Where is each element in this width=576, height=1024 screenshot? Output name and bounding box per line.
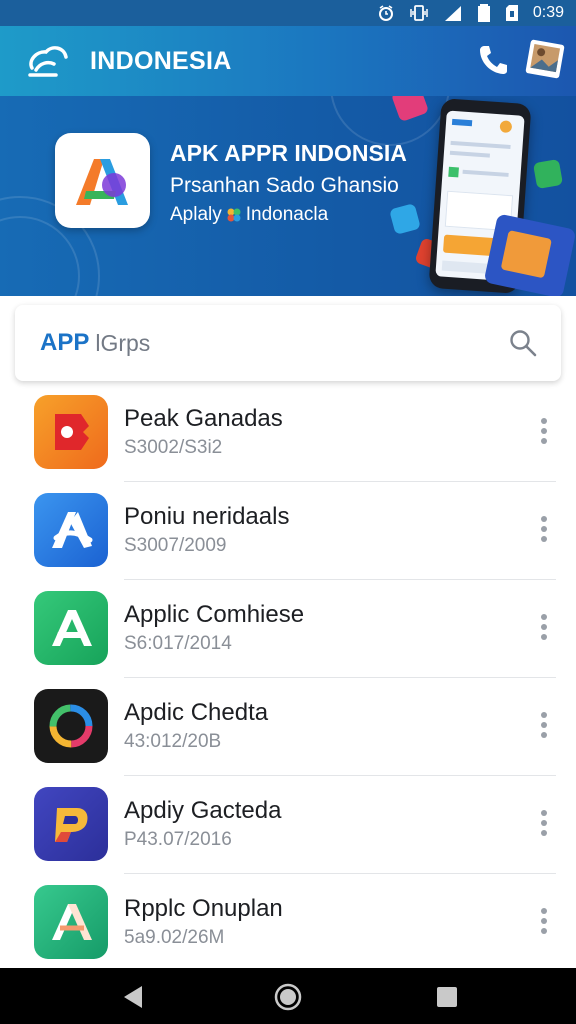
banner-title: APK APPR INDONSIA [170,140,407,166]
apk-logo-icon [55,133,150,228]
list-item[interactable]: Rpplc Onuplan 5a9.02/26M [0,874,576,972]
banner-subtitle: Prsanhan Sado Ghansio [170,174,399,197]
app-name: Peak Ganadas [124,405,283,432]
teal-a-icon [34,885,108,959]
search-brand: APP [40,329,90,356]
more-options-icon[interactable] [540,613,548,641]
flower-icon [226,207,242,223]
search-bar[interactable]: APP lGrps [15,305,561,381]
app-bar: INDONESIA [0,26,576,96]
screen: 0:39 INDONESIA APK APPR INDONSIA Prsanha… [0,0,576,1024]
more-options-icon[interactable] [540,809,548,837]
navigation-bar [0,968,576,1024]
app-name: Applic Comhiese [124,601,305,628]
cloud-logo-icon[interactable] [26,41,70,81]
red-pin-icon [34,395,108,469]
status-time: 0:39 [532,4,564,21]
app-name: Apdic Chedta [124,699,269,726]
banner-line-suffix: Indonacla [245,204,329,225]
decorative-ring [330,96,450,146]
promo-card [483,213,576,296]
more-options-icon[interactable] [540,907,548,935]
home-icon[interactable] [273,982,303,1012]
more-options-icon[interactable] [540,417,548,445]
app-date: S6:017/2014 [124,633,232,654]
status-bar: 0:39 [0,0,576,26]
floating-chip [532,158,564,190]
app-date: P43.07/2016 [124,829,232,850]
purple-p-icon [34,787,108,861]
list-item[interactable]: Applic Comhiese S6:017/2014 [0,580,576,678]
battery-icon [477,4,491,22]
phone-icon[interactable] [478,44,508,76]
app-name: Rpplc Onuplan [124,895,283,922]
more-options-icon[interactable] [540,515,548,543]
app-name: Poniu neridaals [124,503,290,530]
promo-banner[interactable]: APK APPR INDONSIA Prsanhan Sado Ghansio … [0,96,576,296]
more-options-icon[interactable] [540,711,548,739]
recents-icon[interactable] [432,982,462,1012]
app-date: 5a9.02/26M [124,927,225,948]
green-a-icon [34,591,108,665]
app-date: S3002/S3i2 [124,437,223,458]
floating-chip [389,203,421,235]
search-icon[interactable] [509,329,537,357]
list-item[interactable]: Peak Ganadas S3002/S3i2 [0,384,576,482]
alarm-icon [377,4,395,22]
app-name: Apdiy Gacteda [124,797,282,824]
back-icon[interactable] [118,982,148,1012]
search-input[interactable]: lGrps [95,330,150,357]
list-item[interactable]: Poniu neridaals S3007/2009 [0,482,576,580]
app-date: S3007/2009 [124,535,227,556]
blue-a-icon [34,493,108,567]
signal-icon [443,4,463,22]
list-item[interactable]: Apdiy Gacteda P43.07/2016 [0,776,576,874]
list-item[interactable]: Apdic Chedta 43:012/20B [0,678,576,776]
banner-line: Aplaly Indonacla [170,204,328,226]
app-list: Peak Ganadas S3002/S3i2 Poniu neridaals … [0,384,576,972]
banner-line-text: Aplaly [170,204,222,225]
color-ring-icon [34,689,108,763]
app-title: INDONESIA [90,46,232,75]
app-date: 43:012/20B [124,731,222,752]
image-thumbnail-icon[interactable] [523,37,567,81]
sd-card-icon [505,4,519,22]
vibrate-icon [409,4,429,22]
